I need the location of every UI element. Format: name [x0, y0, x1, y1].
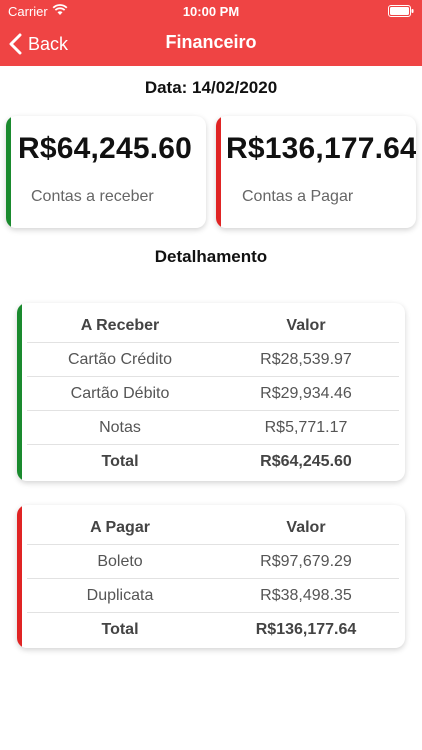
- total-row: Total R$136,177.64: [27, 613, 399, 647]
- receivable-amount: R$64,245.60: [18, 132, 193, 165]
- row-value: R$38,498.35: [260, 586, 352, 604]
- status-time: 10:00 PM: [182, 4, 240, 19]
- pagar-detail-card: A Pagar Valor Boleto R$97,679.29 Duplica…: [17, 505, 405, 648]
- row-label: Cartão Débito: [70, 384, 170, 402]
- total-row: Total R$64,245.60: [27, 445, 399, 479]
- pagar-accent-bar: [17, 505, 22, 648]
- row-label: Duplicata: [86, 586, 154, 604]
- total-label: Total: [101, 453, 139, 470]
- table-row: Boleto R$97,679.29: [27, 545, 399, 579]
- table-row: Cartão Crédito R$28,539.97: [27, 343, 399, 377]
- row-label: Boleto: [97, 552, 143, 570]
- table-header-row: A Pagar Valor: [27, 511, 399, 545]
- row-value: R$29,934.46: [260, 384, 352, 402]
- payable-summary-card[interactable]: R$136,177.64 Contas a Pagar: [216, 116, 416, 228]
- receivable-accent-bar: [6, 116, 11, 228]
- column-header: Valor: [286, 316, 326, 334]
- battery-icon: [388, 5, 414, 17]
- table-row: Cartão Débito R$29,934.46: [27, 377, 399, 411]
- receber-detail-card: A Receber Valor Cartão Crédito R$28,539.…: [17, 303, 405, 481]
- receber-accent-bar: [17, 303, 22, 481]
- column-header: Valor: [286, 518, 326, 536]
- page-title: Financeiro: [165, 32, 257, 52]
- pagar-table: A Pagar Valor Boleto R$97,679.29 Duplica…: [27, 511, 399, 647]
- table-row: Notas R$5,771.17: [27, 411, 399, 445]
- section-title: Detalhamento: [154, 247, 268, 266]
- nav-bar: Back Financeiro: [0, 22, 422, 66]
- receivable-summary-card[interactable]: R$64,245.60 Contas a receber: [6, 116, 206, 228]
- payable-amount: R$136,177.64: [226, 132, 416, 165]
- table-header-row: A Receber Valor: [27, 309, 399, 343]
- payable-label: Contas a Pagar: [242, 188, 354, 205]
- table-row: Duplicata R$38,498.35: [27, 579, 399, 613]
- payable-accent-bar: [216, 116, 221, 228]
- row-value: R$28,539.97: [260, 350, 352, 368]
- date-label: Data: 14/02/2020: [144, 78, 278, 97]
- status-bar: Carrier 10:00 PM: [0, 0, 422, 22]
- column-header: A Pagar: [90, 518, 150, 536]
- receber-table: A Receber Valor Cartão Crédito R$28,539.…: [27, 309, 399, 479]
- row-value: R$97,679.29: [260, 552, 352, 570]
- column-header: A Receber: [80, 316, 160, 334]
- row-value: R$5,771.17: [264, 418, 348, 436]
- total-value: R$136,177.64: [255, 621, 357, 638]
- total-label: Total: [101, 621, 139, 638]
- row-label: Cartão Crédito: [67, 350, 173, 368]
- total-value: R$64,245.60: [260, 453, 352, 470]
- app-header: Carrier 10:00 PM Back Financeiro: [0, 0, 422, 66]
- row-label: Notas: [99, 418, 141, 436]
- receivable-label: Contas a receber: [31, 188, 154, 205]
